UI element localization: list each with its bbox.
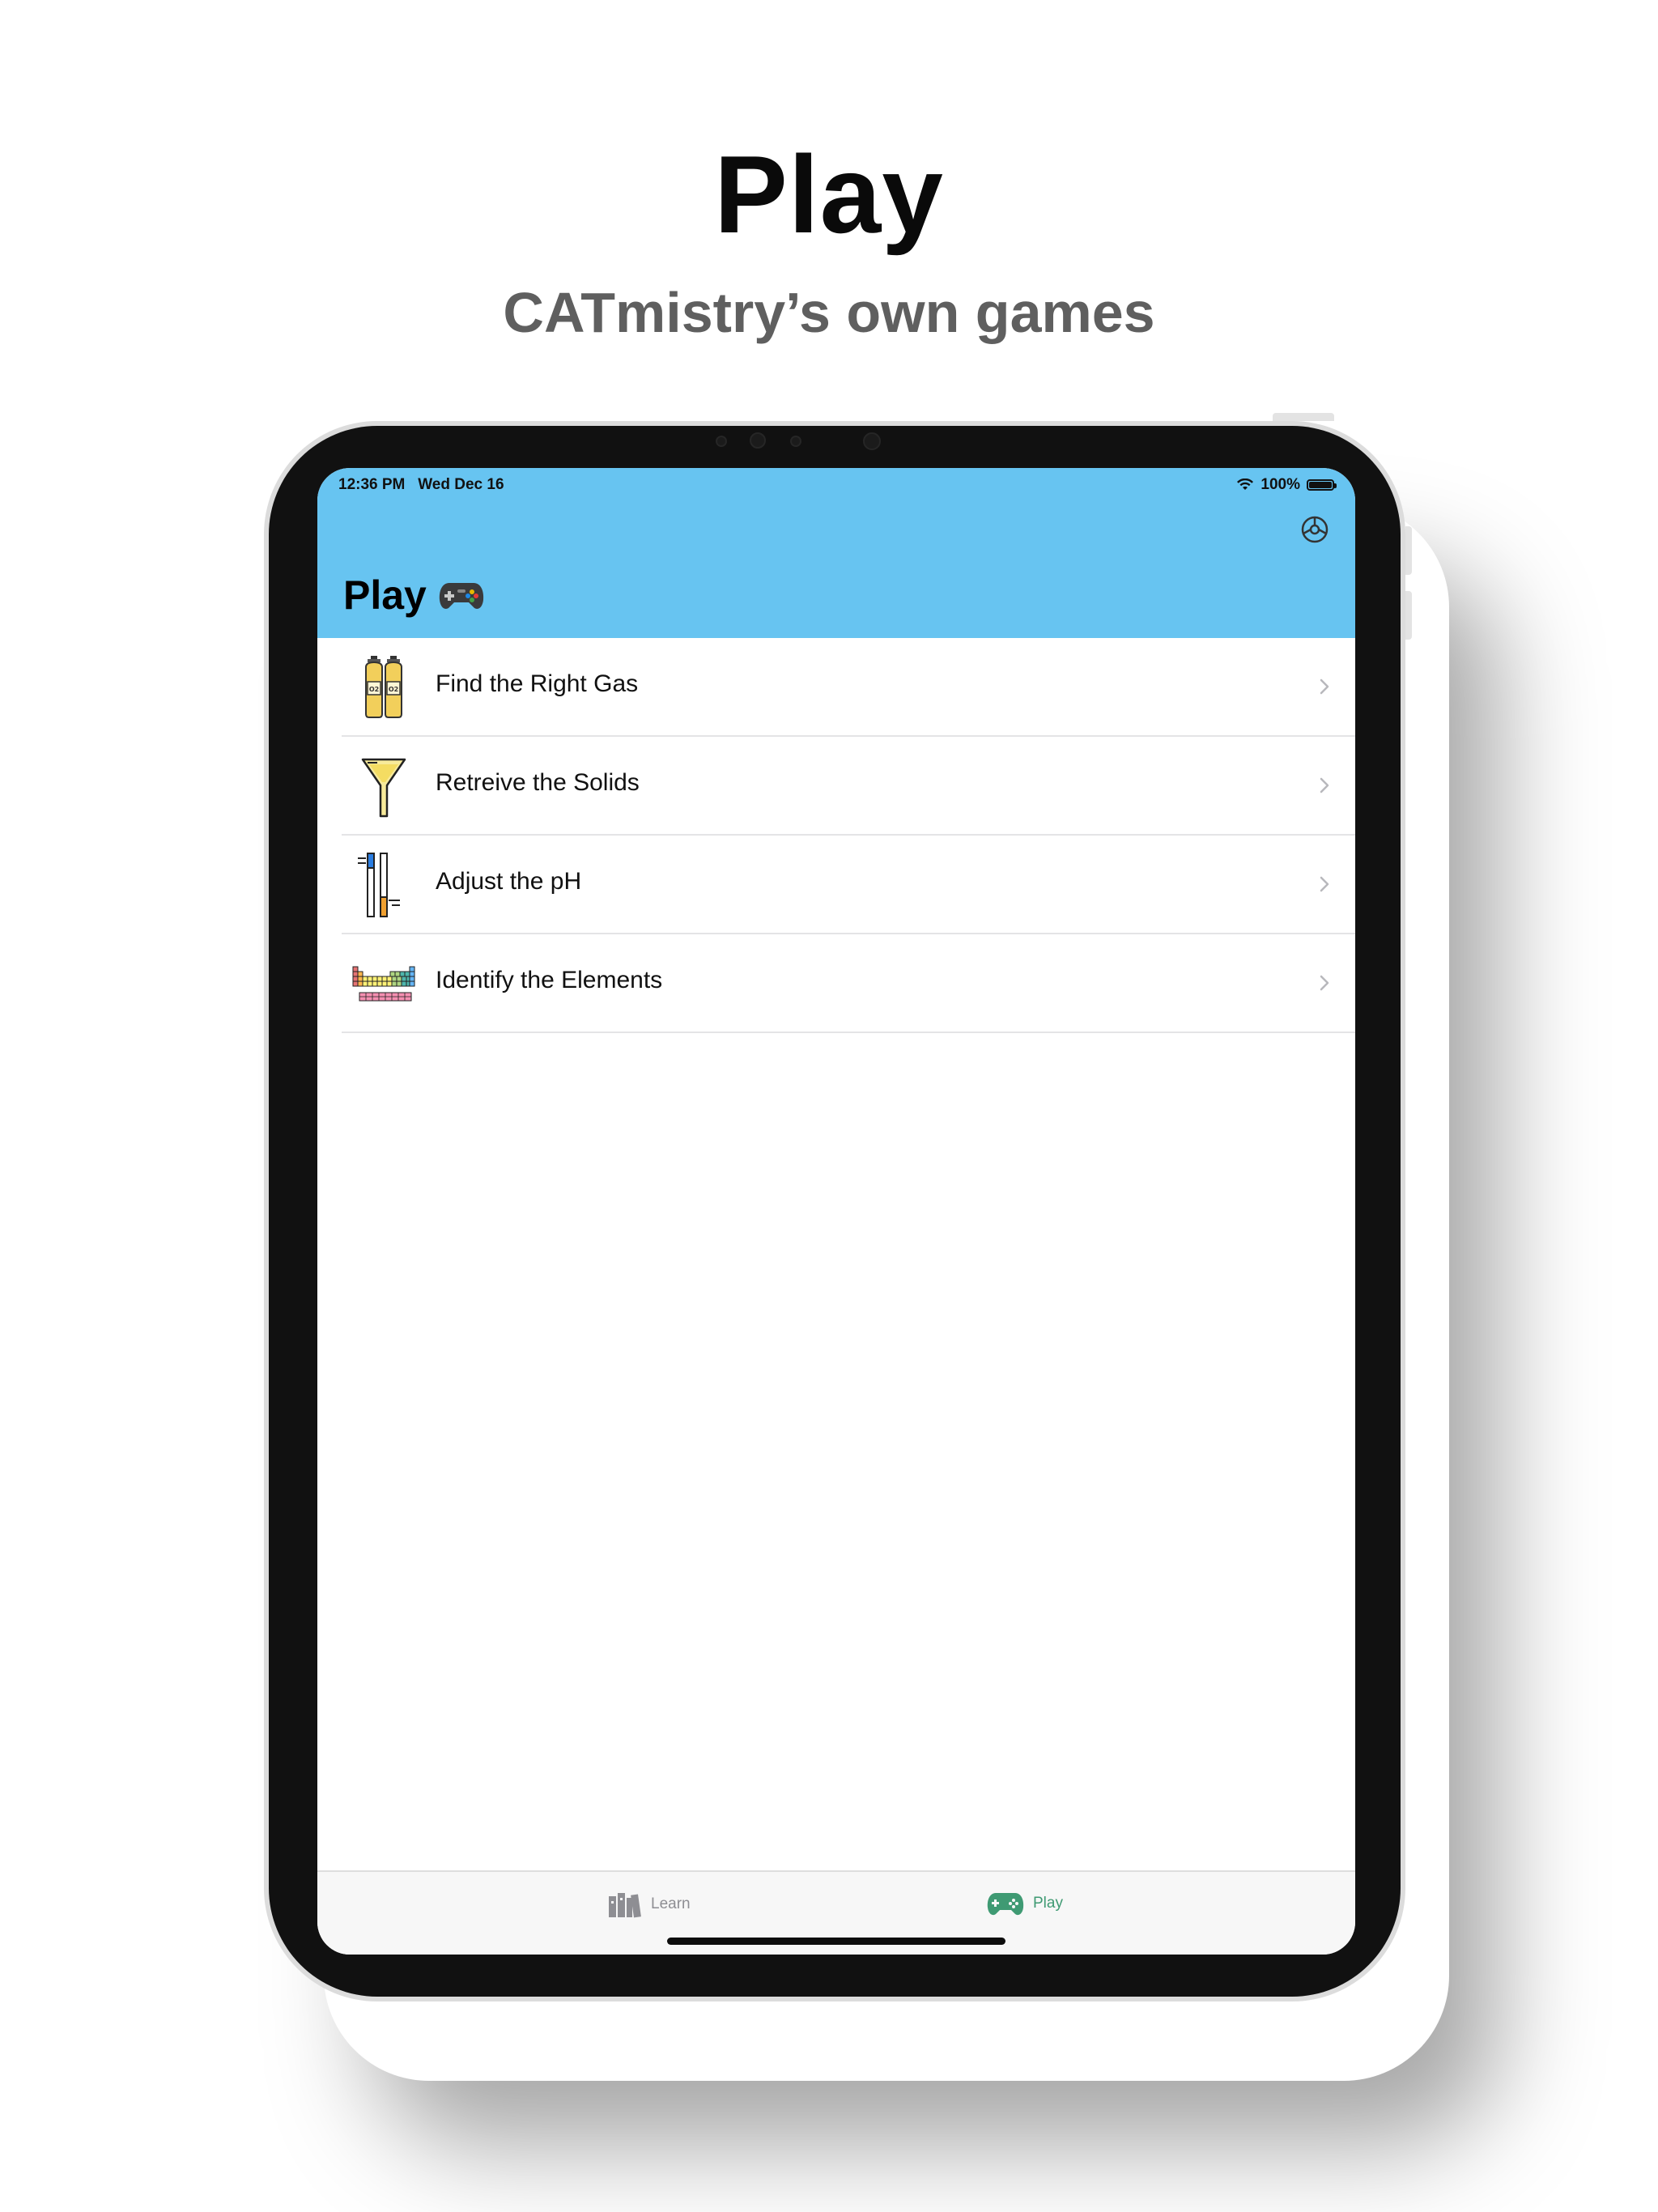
chevron-right-icon: [1320, 678, 1329, 695]
tab-learn[interactable]: Learn: [607, 1890, 691, 1919]
status-indicators: 100%: [1236, 476, 1337, 494]
books-icon: [609, 1893, 641, 1918]
list-item-retreive-the-solids[interactable]: Retreive the Solids: [317, 737, 1355, 836]
battery-percent: 100%: [1261, 476, 1300, 493]
list-item-label: Identify the Elements: [436, 967, 663, 993]
ph-meter-icon: [358, 853, 400, 917]
chevron-right-icon: [1320, 777, 1329, 793]
list-item-label: Adjust the pH: [436, 868, 582, 895]
tab-bar: Learn Play: [317, 1870, 1355, 1955]
tab-play-label: Play: [1033, 1895, 1063, 1912]
page-title: Play: [343, 572, 485, 619]
page-title-text: Play: [343, 572, 427, 618]
tab-play[interactable]: Play: [986, 1890, 1063, 1917]
games-list: O2 O2 Find the Right Gas Retreive the So…: [317, 638, 1355, 1033]
wifi-icon: [1237, 479, 1254, 490]
chevron-right-icon: [1320, 876, 1329, 892]
tab-learn-label: Learn: [651, 1895, 691, 1912]
page: Play CATmistry’s own games 12:36 PM Wed …: [0, 0, 1658, 2212]
list-item-adjust-the-ph[interactable]: Adjust the pH: [317, 836, 1355, 934]
gas-cylinders-icon: O2 O2: [365, 656, 402, 718]
list-item-label: Find the Right Gas: [436, 670, 639, 697]
gamepad-icon: [987, 1893, 1024, 1916]
hero-title: Play: [714, 133, 944, 256]
sensor-dot: [790, 436, 801, 447]
ambient-sensor: [863, 432, 881, 450]
volume-down-button: [1405, 591, 1412, 640]
svg-text:O2: O2: [389, 686, 398, 693]
battery-icon: [1307, 479, 1337, 491]
row-divider: [342, 1032, 1355, 1033]
list-item-identify-the-elements[interactable]: Identify the Elements: [317, 934, 1355, 1033]
front-camera: [750, 432, 766, 449]
gamepad-emoji-icon: [439, 583, 484, 609]
volume-up-button: [1405, 526, 1412, 575]
app-screen: 12:36 PM Wed Dec 16 100% Play O2 O2 Find…: [317, 468, 1355, 1955]
sensor-dot: [716, 436, 727, 447]
periodic-table-icon: [352, 966, 415, 1002]
chevron-right-icon: [1320, 975, 1329, 991]
home-indicator[interactable]: [667, 1938, 1005, 1945]
status-time: 12:36 PM Wed Dec 16: [338, 476, 504, 493]
filter-funnel-icon: [361, 758, 406, 818]
svg-text:O2: O2: [369, 686, 379, 693]
list-item-find-the-right-gas[interactable]: O2 O2 Find the Right Gas: [317, 638, 1355, 737]
nav-header: 12:36 PM Wed Dec 16 100% Play: [317, 468, 1355, 638]
top-button: [1273, 413, 1334, 421]
gear-icon[interactable]: [1299, 513, 1331, 546]
list-item-label: Retreive the Solids: [436, 769, 640, 796]
hero-subtitle: CATmistry’s own games: [503, 281, 1155, 344]
